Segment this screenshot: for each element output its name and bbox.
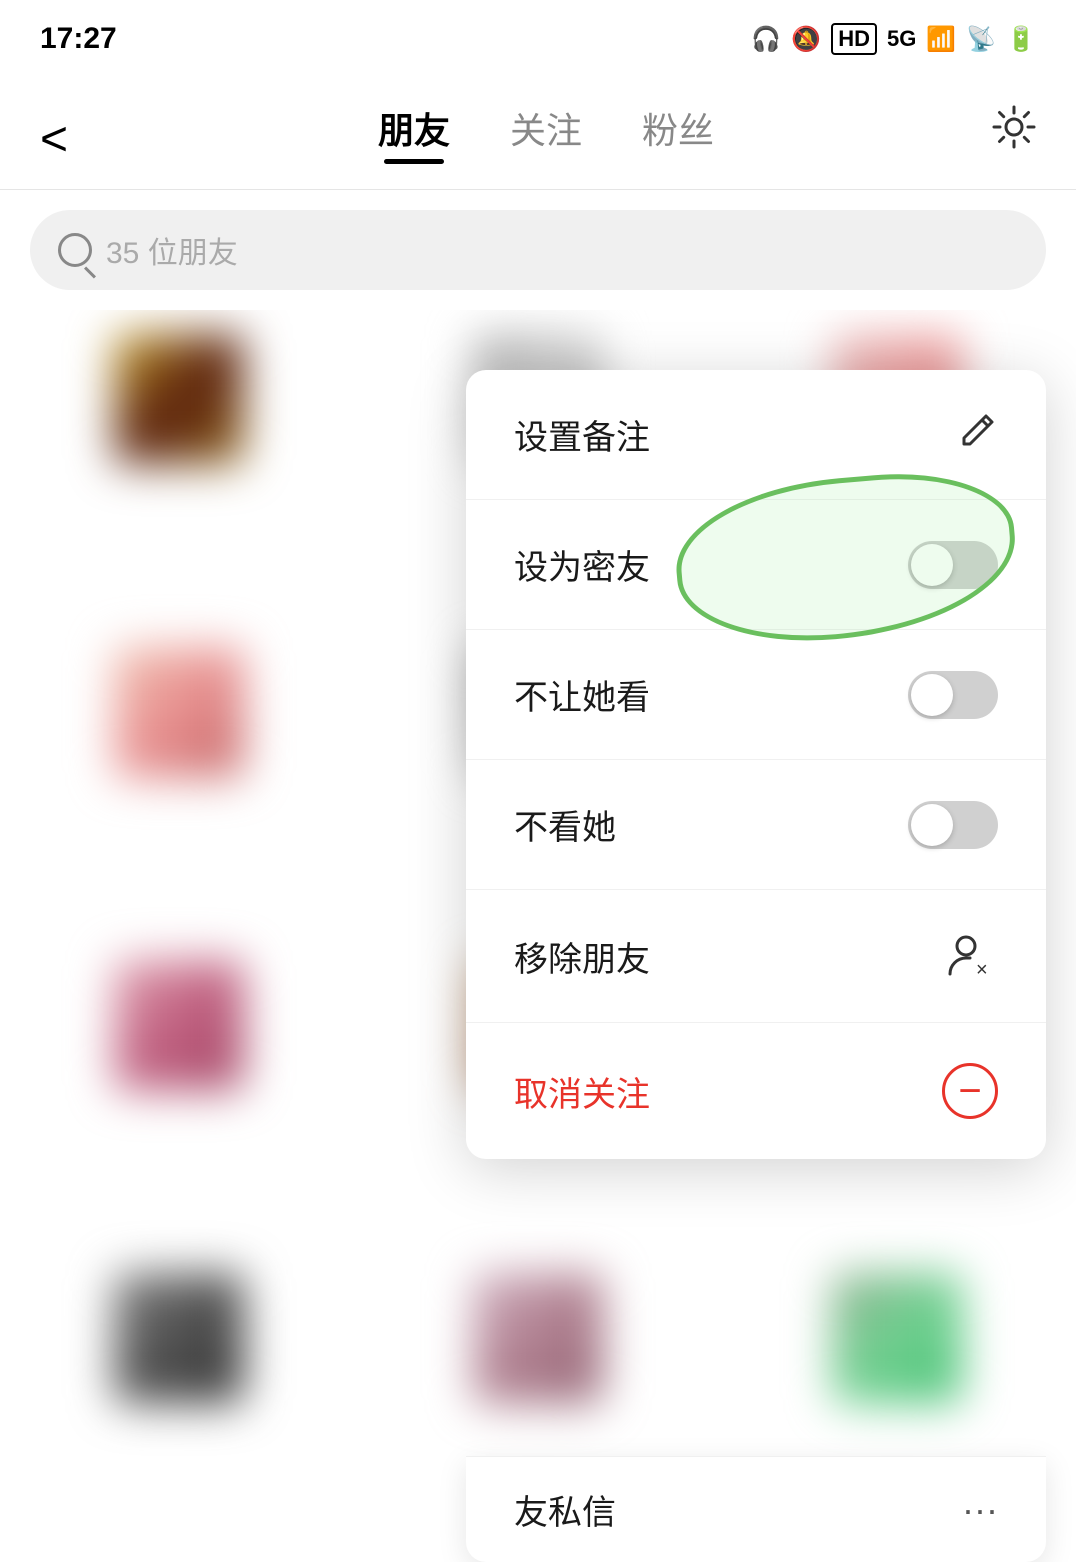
- partial-label: 友私信: [514, 1485, 616, 1534]
- menu-label-unfollow: 取消关注: [514, 1067, 650, 1116]
- menu-label-close-friend: 设为密友: [514, 540, 650, 589]
- menu-label-remove-friend: 移除朋友: [514, 932, 650, 981]
- context-menu: 设置备注 设为密友 不让她看 不看她 移除朋友: [466, 370, 1046, 1159]
- status-time: 17:27: [40, 22, 117, 56]
- nav-tabs: 朋友 关注 粉丝: [378, 102, 714, 178]
- menu-item-block-see[interactable]: 不让她看: [466, 630, 1046, 760]
- status-icons: 🎧 🔕 HD 5G 📶 📡 🔋: [751, 23, 1036, 55]
- menu-item-block-her[interactable]: 不看她: [466, 760, 1046, 890]
- status-bar: 17:27 🎧 🔕 HD 5G 📶 📡 🔋: [0, 0, 1076, 70]
- search-area: 35 位朋友: [0, 190, 1076, 310]
- settings-button[interactable]: [992, 105, 1036, 175]
- block-her-toggle[interactable]: [908, 801, 998, 849]
- menu-item-close-friend[interactable]: 设为密友: [466, 500, 1046, 630]
- unfollow-icon: [942, 1063, 998, 1119]
- mute-icon: 🔕: [791, 25, 821, 54]
- headphone-icon: 🎧: [751, 25, 781, 54]
- more-icon: ···: [962, 1489, 998, 1531]
- svg-text:×: ×: [976, 959, 988, 981]
- tab-following[interactable]: 关注: [510, 102, 582, 162]
- menu-item-set-note[interactable]: 设置备注: [466, 370, 1046, 500]
- search-placeholder: 35 位朋友: [106, 228, 238, 272]
- back-button[interactable]: <: [40, 112, 100, 167]
- battery-icon: 🔋: [1006, 25, 1036, 54]
- menu-label-block-her: 不看她: [514, 800, 616, 849]
- tab-friends[interactable]: 朋友: [378, 102, 450, 162]
- bottom-partial-item[interactable]: 友私信 ···: [466, 1456, 1046, 1562]
- avatar-item: [0, 310, 359, 623]
- remove-friend-icon: ×: [946, 930, 998, 982]
- edit-icon: [958, 410, 998, 459]
- avatar-item: [0, 623, 359, 936]
- tab-fans[interactable]: 粉丝: [642, 102, 714, 162]
- signal-icon: 📶: [926, 25, 956, 54]
- avatar-item: [0, 1249, 359, 1562]
- 5g-badge: 5G: [887, 26, 916, 52]
- menu-item-remove-friend[interactable]: 移除朋友 ×: [466, 890, 1046, 1023]
- wifi-icon: 📡: [966, 25, 996, 54]
- content-area: 设置备注 设为密友 不让她看 不看她 移除朋友: [0, 310, 1076, 1562]
- nav-bar: < 朋友 关注 粉丝: [0, 70, 1076, 190]
- search-icon: [58, 233, 92, 267]
- avatar-item: [0, 936, 359, 1249]
- search-bar[interactable]: 35 位朋友: [30, 210, 1046, 290]
- menu-item-unfollow[interactable]: 取消关注: [466, 1023, 1046, 1159]
- menu-label-set-note: 设置备注: [514, 410, 650, 459]
- close-friend-toggle[interactable]: [908, 541, 998, 589]
- block-see-toggle[interactable]: [908, 671, 998, 719]
- menu-label-block-see: 不让她看: [514, 670, 650, 719]
- hd-badge: HD: [831, 23, 877, 55]
